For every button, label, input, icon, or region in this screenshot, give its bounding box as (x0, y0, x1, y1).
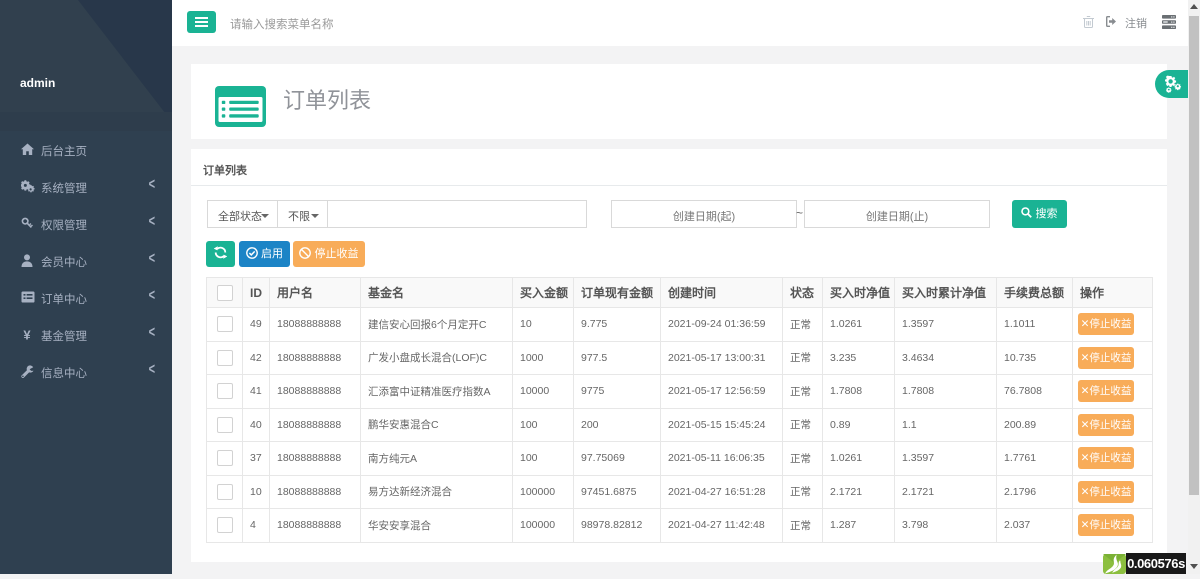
svg-text:¥: ¥ (23, 328, 31, 341)
